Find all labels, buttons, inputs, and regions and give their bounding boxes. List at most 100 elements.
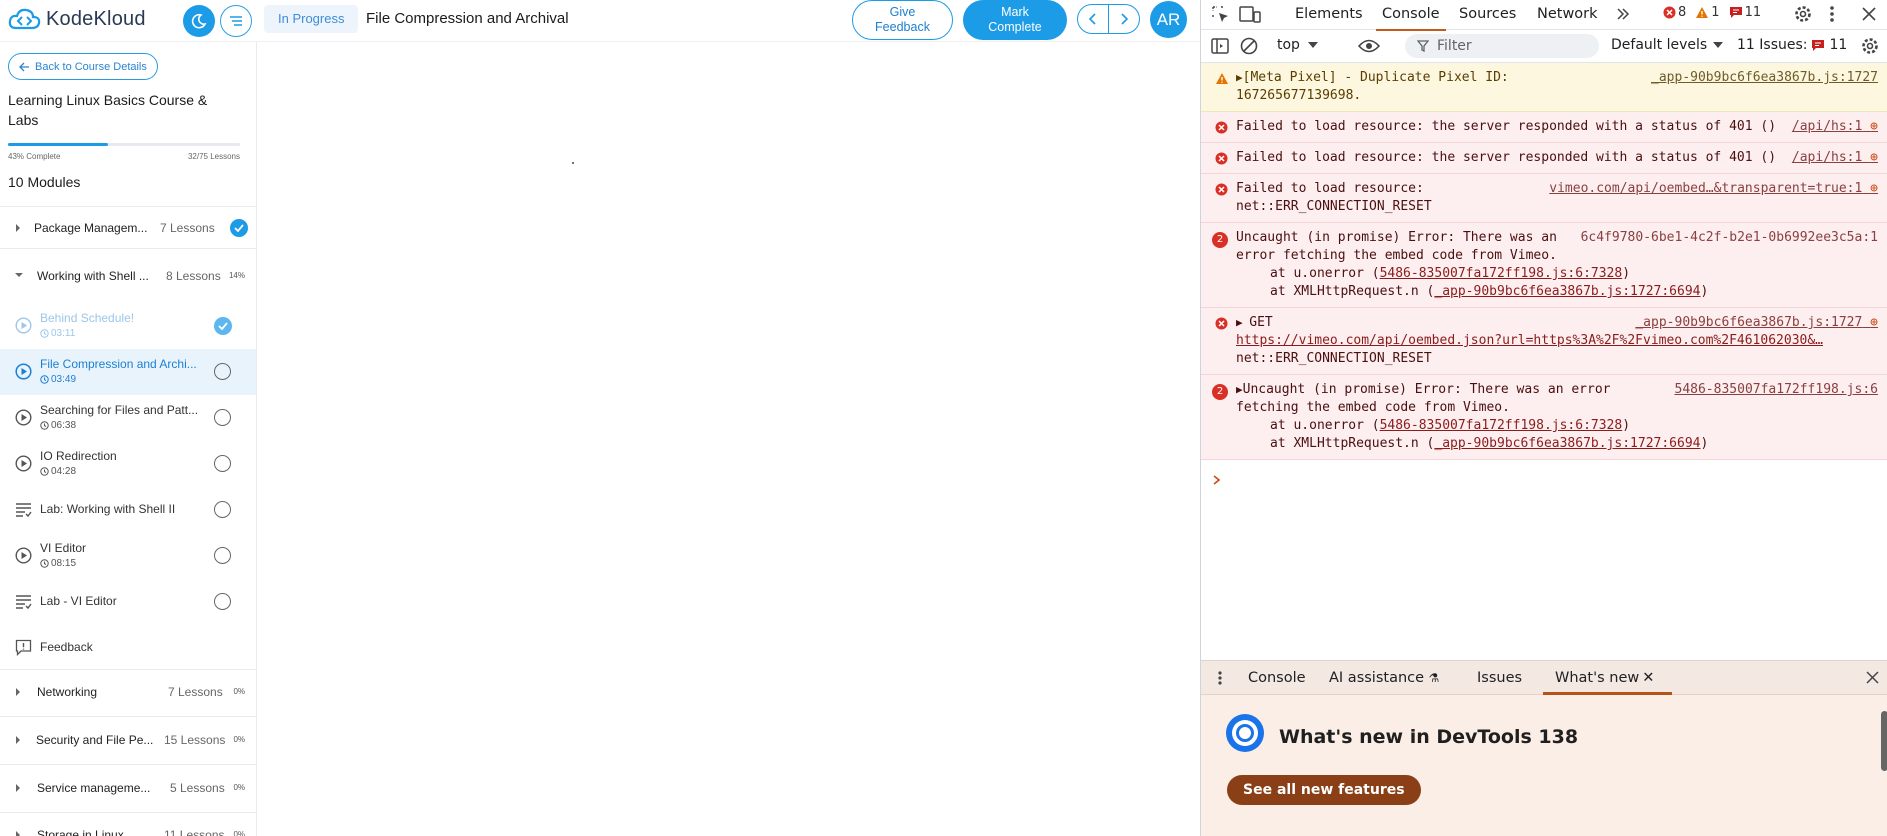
stack-frame-link[interactable]: 5486-835007fa172ff198.js:6:7328 — [1380, 266, 1623, 281]
module-name: Service manageme... — [37, 781, 151, 795]
lesson-item[interactable]: Behind Schedule! 03:11 — [0, 303, 256, 349]
course-progress-bar — [8, 143, 240, 146]
lesson-name: Searching for Files and Patt... — [40, 403, 199, 417]
context-selector[interactable]: top — [1277, 37, 1318, 53]
stack-frame-link[interactable]: 5486-835007fa172ff198.js:6:7328 — [1380, 418, 1623, 433]
sidebar-toggle-icon[interactable] — [1211, 37, 1229, 55]
stack-frame-link[interactable]: _app-90b9bc6f6ea3867b.js:1727:6694 — [1434, 436, 1700, 451]
live-expression-eye-icon[interactable] — [1358, 39, 1380, 53]
loading-indicator — [572, 162, 574, 164]
close-devtools-icon[interactable] — [1862, 7, 1876, 21]
console-prompt[interactable] — [1213, 475, 1221, 485]
lesson-item[interactable]: VI Editor 08:15 — [0, 533, 256, 579]
previous-lesson-button[interactable] — [1077, 4, 1109, 34]
mark-complete-button[interactable]: Mark Complete — [963, 0, 1067, 40]
devtools-tab-bar: Elements Console Sources Network 8 1 11 — [1201, 0, 1887, 31]
drawer-tab-whats-new[interactable]: What's new ✕ — [1542, 670, 1673, 695]
expand-triangle-icon[interactable]: ▶ — [1236, 383, 1243, 396]
message-text: Failed to load resource: the server resp… — [1236, 119, 1777, 134]
console-message-error[interactable]: _app-90b9bc6f6ea3867b.js:1727 ⊕ ▶ GET ht… — [1201, 308, 1887, 375]
message-source-link[interactable]: _app-90b9bc6f6ea3867b.js:1727 — [1651, 69, 1878, 87]
console-message-warning[interactable]: _app-90b9bc6f6ea3867b.js:1727 ▶[Meta Pix… — [1201, 63, 1887, 112]
console-counts[interactable]: 8 1 11 — [1663, 5, 1761, 20]
give-feedback-button[interactable]: Give Feedback — [852, 0, 953, 40]
expand-triangle-icon[interactable]: ▶ — [1236, 71, 1243, 84]
clear-console-icon[interactable] — [1240, 37, 1258, 55]
lesson-item[interactable]: Lab - VI Editor — [0, 579, 256, 625]
dropdown-arrow-icon — [1713, 42, 1724, 48]
lesson-duration-text: 08:15 — [51, 558, 77, 569]
next-lesson-button[interactable] — [1108, 4, 1140, 34]
logo[interactable]: KodeKloud — [8, 6, 146, 32]
module-row[interactable]: Service manageme... 5 Lessons 0% — [0, 768, 256, 808]
play-circle-icon — [15, 409, 32, 426]
chevron-right-icon — [1121, 13, 1128, 25]
lesson-item[interactable]: Lab: Working with Shell II — [0, 487, 256, 533]
message-source-link[interactable]: /api/hs:1 ⊕ — [1792, 118, 1878, 136]
console-message-error[interactable]: /api/hs:1 ⊕ Failed to load resource: the… — [1201, 143, 1887, 174]
tab-console[interactable]: Console — [1376, 6, 1446, 31]
tab-network[interactable]: Network — [1537, 6, 1598, 22]
module-row[interactable]: Security and File Pe... 15 Lessons 0% — [0, 720, 256, 760]
message-source-link[interactable]: 5486-835007fa172ff198.js:6 — [1675, 381, 1879, 399]
flask-icon: ⚗ — [1428, 671, 1440, 685]
divider — [0, 716, 256, 717]
module-row[interactable]: Working with Shell ... 8 Lessons 14% — [0, 256, 256, 296]
close-tab-icon[interactable]: ✕ — [1642, 670, 1654, 686]
message-source-link[interactable]: 6c4f9780-6be1-4c2f-b2e1-0b6992ee3c5a:1 — [1581, 229, 1878, 247]
request-url[interactable]: https://vimeo.com/api/oembed.json?url=ht… — [1236, 332, 1878, 350]
drawer-tab-console[interactable]: Console — [1248, 670, 1306, 686]
lesson-item[interactable]: Searching for Files and Patt... 06:38 — [0, 395, 256, 441]
feedback-item[interactable]: Feedback — [0, 625, 256, 671]
log-levels-dropdown[interactable]: Default levels — [1611, 37, 1724, 53]
stack-frame: at XMLHttpRequest.n (_app-90b9bc6f6ea386… — [1270, 284, 1709, 299]
expand-triangle-icon[interactable]: ▶ — [1236, 316, 1249, 329]
module-lesson-count: 7 Lessons — [160, 221, 215, 235]
lesson-incomplete-icon — [214, 409, 231, 426]
back-to-course-button[interactable]: Back to Course Details — [8, 53, 158, 80]
settings-gear-icon[interactable] — [1793, 4, 1813, 24]
menu-button[interactable] — [220, 5, 252, 37]
lesson-incomplete-icon — [214, 363, 231, 380]
drawer-scrollbar[interactable] — [1881, 711, 1887, 771]
console-message-error[interactable]: 2 5486-835007fa172ff198.js:6 ▶Uncaught (… — [1201, 375, 1887, 460]
drawer-menu-icon[interactable] — [1217, 670, 1223, 686]
drawer-tab-issues[interactable]: Issues — [1477, 670, 1522, 686]
tab-elements[interactable]: Elements — [1295, 6, 1363, 22]
close-drawer-icon[interactable] — [1866, 671, 1879, 684]
console-message-error[interactable]: /api/hs:1 ⊕ Failed to load resource: the… — [1201, 112, 1887, 143]
module-row[interactable]: Storage in Linux 11 Lessons 0% — [0, 815, 256, 836]
lesson-name: File Compression and Archi... — [40, 357, 197, 371]
console-message-error[interactable]: vimeo.com/api/oembed…&transparent=true:1… — [1201, 174, 1887, 223]
see-all-features-button[interactable]: See all new features — [1227, 775, 1421, 805]
console-filter-input[interactable]: Filter — [1405, 34, 1599, 58]
inspect-element-icon[interactable] — [1211, 5, 1230, 24]
more-tabs-icon[interactable] — [1616, 7, 1630, 21]
message-source-link[interactable]: /api/hs:1 ⊕ — [1792, 149, 1878, 167]
caret-down-icon — [15, 273, 23, 277]
network-request-icon: ⊕ — [1870, 315, 1878, 330]
back-button-label: Back to Course Details — [35, 60, 147, 73]
theme-toggle-button[interactable] — [183, 5, 215, 37]
device-toolbar-icon[interactable] — [1239, 5, 1261, 24]
tab-sources[interactable]: Sources — [1459, 6, 1516, 22]
console-settings-gear-icon[interactable] — [1860, 36, 1880, 56]
list-icon — [230, 16, 242, 26]
lesson-item[interactable]: IO Redirection 04:28 — [0, 441, 256, 487]
avatar[interactable]: AR — [1150, 1, 1187, 38]
module-row[interactable]: Package Managem... 7 Lessons — [0, 208, 256, 248]
console-message-error[interactable]: 2 6c4f9780-6be1-4c2f-b2e1-0b6992ee3c5a:1… — [1201, 223, 1887, 308]
drawer-tab-ai-assistance[interactable]: AI assistance ⚗ — [1329, 670, 1439, 686]
module-row[interactable]: Networking 7 Lessons 0% — [0, 672, 256, 712]
lesson-incomplete-icon — [214, 501, 231, 518]
more-options-icon[interactable] — [1829, 4, 1835, 24]
lesson-item[interactable]: File Compression and Archi... 03:49 — [0, 349, 256, 395]
message-source-link[interactable]: _app-90b9bc6f6ea3867b.js:1727 ⊕ — [1635, 314, 1878, 332]
issues-button[interactable]: 11 Issues: 11 — [1737, 37, 1847, 53]
message-source-link[interactable]: vimeo.com/api/oembed…&transparent=true:1… — [1549, 180, 1878, 198]
stack-frame: at XMLHttpRequest.n (_app-90b9bc6f6ea386… — [1270, 436, 1709, 451]
module-progress-percent: 0% — [233, 830, 245, 836]
network-request-icon: ⊕ — [1870, 150, 1878, 165]
caret-right-icon — [16, 688, 20, 696]
stack-frame-link[interactable]: _app-90b9bc6f6ea3867b.js:1727:6694 — [1434, 284, 1700, 299]
